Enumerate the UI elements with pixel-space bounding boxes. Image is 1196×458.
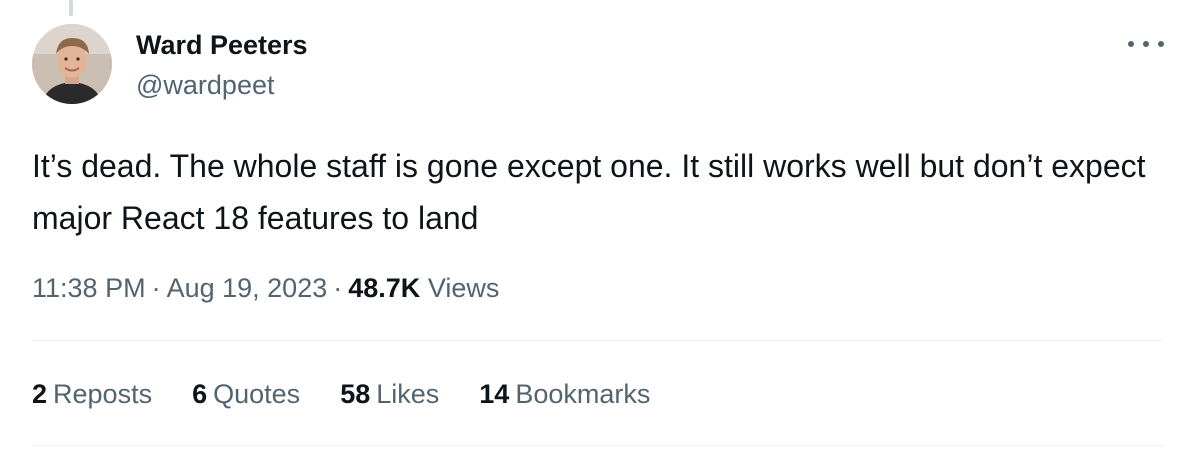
author-info: Ward Peeters @wardpeet bbox=[136, 28, 308, 102]
views-label: Views bbox=[427, 273, 500, 303]
bookmarks-label: Bookmarks bbox=[515, 379, 651, 409]
views-count[interactable]: 48.7K bbox=[348, 273, 420, 303]
avatar-image bbox=[32, 24, 112, 104]
bookmarks-stat[interactable]: 14 Bookmarks bbox=[479, 376, 650, 412]
author-handle[interactable]: @wardpeet bbox=[136, 68, 308, 102]
reposts-count: 2 bbox=[32, 379, 48, 409]
tweet-text: It’s dead. The whole staff is gone excep… bbox=[32, 148, 1146, 236]
tweet-date[interactable]: Aug 19, 2023 bbox=[167, 273, 328, 303]
quotes-stat[interactable]: 6 Quotes bbox=[192, 376, 300, 412]
more-dot bbox=[1143, 41, 1149, 47]
tweet-meta: 11:38 PM · Aug 19, 2023 · 48.7K Views bbox=[32, 270, 499, 306]
divider bbox=[32, 445, 1164, 446]
bookmarks-count: 14 bbox=[479, 379, 510, 409]
meta-separator: · bbox=[151, 273, 161, 303]
likes-label: Likes bbox=[376, 379, 440, 409]
thread-connector-line bbox=[69, 0, 73, 16]
tweet-card: Ward Peeters @wardpeet It’s dead. The wh… bbox=[0, 0, 1196, 458]
author-display-name[interactable]: Ward Peeters bbox=[136, 28, 308, 62]
quotes-count: 6 bbox=[192, 379, 208, 409]
quotes-label: Quotes bbox=[213, 379, 301, 409]
more-horizontal-icon[interactable] bbox=[1128, 32, 1164, 56]
reposts-stat[interactable]: 2 Reposts bbox=[32, 376, 152, 412]
more-dot bbox=[1128, 41, 1134, 47]
engagement-stats: 2 Reposts 6 Quotes 58 Likes 14 Bookmarks bbox=[32, 376, 650, 412]
divider bbox=[32, 340, 1164, 341]
avatar[interactable] bbox=[32, 24, 112, 104]
tweet-time[interactable]: 11:38 PM bbox=[32, 273, 146, 303]
likes-count: 58 bbox=[340, 379, 371, 409]
meta-separator: · bbox=[333, 273, 343, 303]
more-dot bbox=[1158, 41, 1164, 47]
likes-stat[interactable]: 58 Likes bbox=[340, 376, 439, 412]
reposts-label: Reposts bbox=[53, 379, 153, 409]
